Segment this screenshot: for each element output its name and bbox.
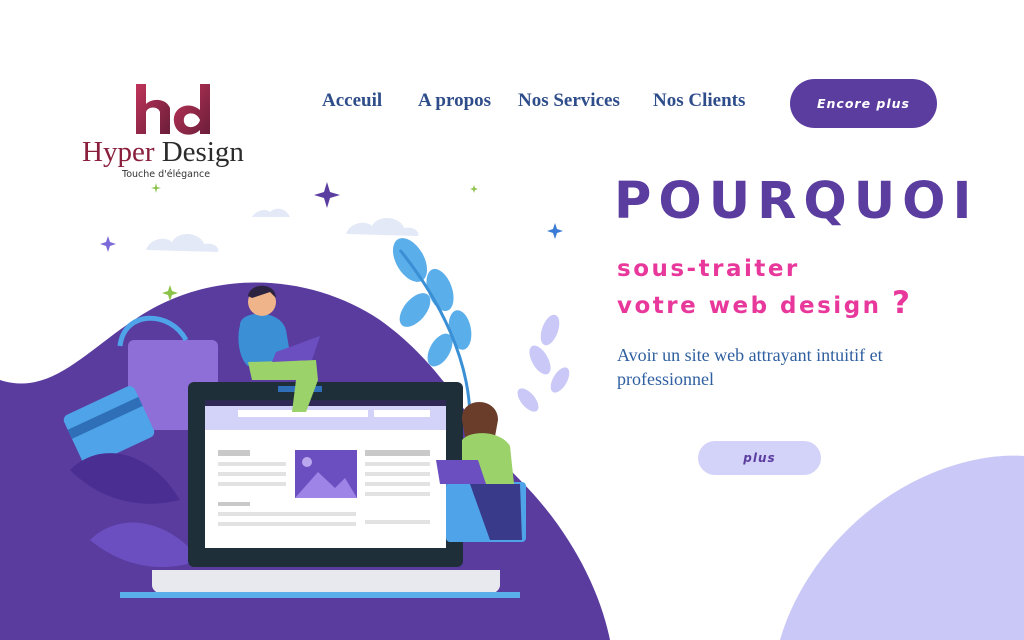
hero-title: POURQUOI	[614, 172, 979, 231]
cloud-icon	[146, 208, 419, 252]
nav-item-nos-services[interactable]: Nos Services	[518, 90, 620, 112]
hero-description: Avoir un site web attrayant intuitif et …	[617, 345, 883, 389]
nav-item-nos-clients[interactable]: Nos Clients	[653, 90, 745, 112]
nav-item-acceuil[interactable]: Acceuil	[322, 90, 382, 112]
brand-name: Hyper Design	[82, 136, 244, 168]
encore-plus-button[interactable]: Encore plus	[790, 79, 937, 128]
hd-logo-mark-icon	[136, 84, 210, 135]
web-design-illustration-icon	[63, 182, 570, 598]
hero-subtitle: sous-traiter votre web design ?	[617, 252, 910, 323]
hero-subtitle-line2: votre web design ?	[617, 285, 911, 321]
nav-item-a-propos[interactable]: A propos	[418, 90, 491, 112]
plus-button[interactable]: plus	[698, 441, 821, 475]
landing-page: Hyper Design Touche d'élégance Acceuil A…	[0, 0, 1024, 640]
hero-subtitle-line1: sous-traiter	[617, 256, 800, 282]
